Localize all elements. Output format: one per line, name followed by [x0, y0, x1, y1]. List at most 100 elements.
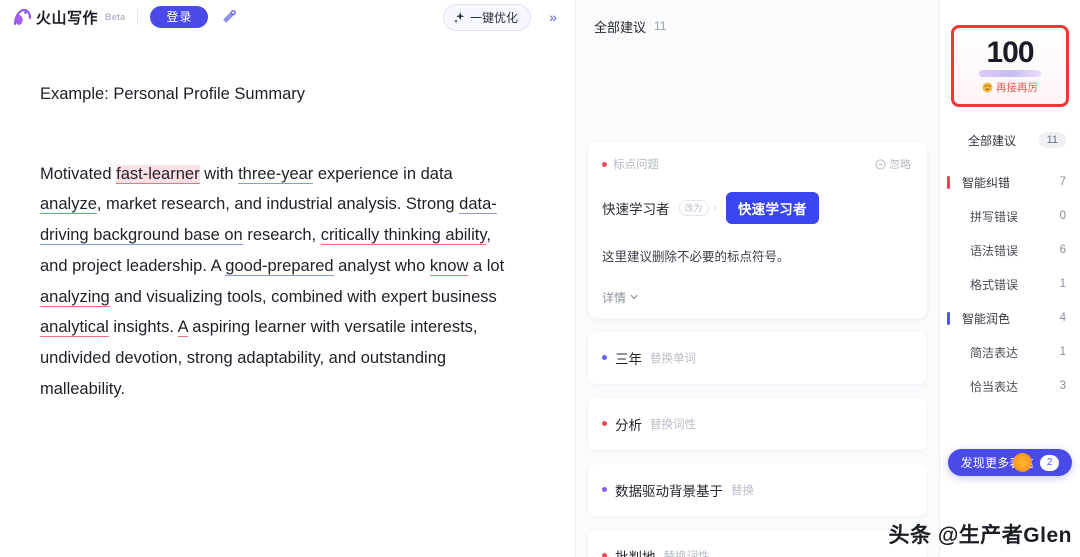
suggestion-description: 这里建议删除不必要的标点符号。 — [602, 250, 790, 264]
discover-more-button[interactable]: 发现更多表达 2 — [948, 449, 1072, 476]
app-root: 火山写作 Beta 登录 一键优化 » Example: Personal Pr… — [0, 0, 1080, 557]
clap-emoji-icon — [982, 82, 993, 92]
suggestions-header: 全部建议 11 — [576, 0, 939, 40]
category-all-suggestions[interactable]: 全部建议 11 — [940, 123, 1080, 157]
category-color-bar — [947, 312, 950, 325]
editor-column: 火山写作 Beta 登录 一键优化 » Example: Personal Pr… — [0, 0, 576, 557]
suggestion-row-action: 替换单词 — [650, 352, 696, 365]
login-button[interactable]: 登录 — [150, 6, 209, 28]
grammar-error-mark[interactable]: analyze — [40, 195, 97, 215]
discover-more-label: 发现更多表达 — [960, 456, 1034, 470]
grammar-error-mark[interactable]: analytical — [40, 318, 109, 338]
chevron-down-icon — [630, 295, 638, 300]
category-list: 全部建议 11 智能纠错 7 拼写错误 0 语法错误 6 格式错误 1 智能润色 4 简洁表达 1 恰当… — [940, 123, 1080, 403]
document-text-run: Motivated — [40, 164, 117, 183]
category-item-label: 简洁表达 — [970, 345, 1019, 360]
toolbar-divider — [137, 9, 139, 25]
suggestions-header-count: 11 — [654, 19, 667, 33]
beta-tag: Beta — [105, 12, 126, 22]
polish-suggestion-mark[interactable]: three-year — [238, 164, 314, 184]
suggestion-type-dot — [602, 355, 607, 361]
grammar-error-mark[interactable]: know — [429, 256, 469, 276]
expand-panel-button[interactable]: » — [541, 5, 565, 29]
suggestion-row-action: 替换词性 — [663, 550, 710, 557]
category-group-count: 4 — [1059, 312, 1066, 324]
change-to-pill: 改为 — [678, 199, 709, 217]
magic-wand-glyph — [223, 10, 237, 23]
grammar-error-mark[interactable]: analyzing — [40, 287, 110, 307]
ignore-button[interactable]: 忽略 — [875, 156, 911, 172]
score-subtitle: 再接再厉 — [982, 80, 1038, 95]
suggestion-row[interactable]: 批判地替换词性 — [588, 529, 927, 557]
app-logo[interactable]: 火山写作 Beta — [12, 7, 125, 28]
category-item-label: 恰当表达 — [970, 379, 1019, 394]
active-error-mark[interactable]: fast-learner — [116, 164, 200, 184]
suggestion-row-word: 分析 — [615, 417, 642, 433]
ignore-label: 忽略 — [889, 159, 911, 171]
suggestion-row-action: 替换 — [731, 484, 754, 497]
suggestion-card-active[interactable]: 标点问题 忽略 快速学习者 改为 › 快速学习者 这里建议删除不必要的标点符号。… — [588, 142, 927, 318]
top-toolbar: 火山写作 Beta 登录 一键优化 » — [0, 0, 575, 34]
polish-suggestion-mark[interactable]: good-prepared — [225, 256, 334, 276]
suggestion-detail-toggle[interactable]: 详情 — [602, 289, 911, 306]
category-color-bar — [947, 176, 950, 189]
grammar-error-mark[interactable]: critically thinking ability — [320, 226, 487, 246]
category-item[interactable]: 简洁表达 1 — [940, 335, 1080, 369]
category-all-label: 全部建议 — [968, 133, 1017, 148]
document-area[interactable]: Example: Personal Profile Summary Motiva… — [0, 34, 575, 404]
document-body[interactable]: Motivated fast-learner with three-year e… — [40, 159, 510, 405]
category-item[interactable]: 恰当表达 3 — [940, 369, 1080, 403]
arrow-right-icon: › — [713, 202, 717, 214]
suggestion-row-action: 替换词性 — [650, 418, 696, 431]
apply-replacement-chip[interactable]: 快速学习者 — [725, 192, 819, 224]
score-value: 100 — [986, 35, 1034, 69]
grammar-error-mark[interactable]: A — [177, 318, 188, 338]
app-logo-text: 火山写作 — [36, 9, 99, 27]
category-groups-host: 智能纠错 7 拼写错误 0 语法错误 6 格式错误 1 智能润色 4 简洁表达 1 恰当表达 3 — [940, 165, 1080, 403]
category-item[interactable]: 语法错误 6 — [940, 233, 1080, 267]
document-text-run: experience in data — [313, 164, 453, 183]
category-item-count: 0 — [1059, 210, 1066, 222]
category-group-blue[interactable]: 智能润色 4 — [940, 301, 1080, 335]
suggestion-type-dot — [602, 161, 607, 167]
document-text-run: , market research, and industrial analys… — [96, 195, 460, 214]
document-text-run: a lot — [468, 256, 505, 275]
suggestions-list: 标点问题 忽略 快速学习者 改为 › 快速学习者 这里建议删除不必要的标点符号。… — [576, 142, 939, 557]
original-text: 快速学习者 — [602, 202, 670, 217]
document-text-run: and visualizing tools, combined with exp… — [109, 287, 497, 306]
suggestion-row[interactable]: 三年 替换单词 — [588, 331, 927, 384]
suggestion-row[interactable]: 分析 替换词性 — [588, 397, 927, 450]
suggestion-row-word: 三年 — [615, 351, 642, 367]
sparkle-icon — [454, 12, 465, 23]
suggestion-row[interactable]: 数据驱动背景基于 替换 — [588, 463, 927, 516]
suggestion-card-header: 标点问题 忽略 — [602, 156, 911, 172]
category-all-count: 11 — [1038, 132, 1066, 148]
document-text-run: insights. — [108, 318, 178, 337]
suggestion-row-word: 数据驱动背景基于 — [615, 483, 723, 499]
one-click-optimize-label: 一键优化 — [469, 10, 518, 25]
one-click-optimize-button[interactable]: 一键优化 — [442, 3, 531, 31]
minus-circle-icon — [875, 158, 886, 170]
volcano-logo-icon — [14, 8, 31, 25]
suggestion-detail-label: 详情 — [602, 290, 627, 305]
category-group-red[interactable]: 智能纠错 7 — [940, 165, 1080, 199]
suggestion-type-label: 标点问题 — [613, 159, 659, 171]
score-subtitle-text: 再接再厉 — [996, 81, 1038, 94]
suggestion-type-dot — [602, 553, 607, 557]
category-item[interactable]: 格式错误 1 — [940, 267, 1080, 301]
category-item-count: 3 — [1059, 380, 1066, 392]
category-item[interactable]: 拼写错误 0 — [940, 199, 1080, 233]
discover-more-badge: 2 — [1039, 454, 1060, 471]
right-panel: 100 再接再厉 全部建议 11 智能纠错 7 拼写错误 0 语法错误 6 格式错误 1 智能润… — [940, 0, 1080, 557]
document-title: Example: Personal Profile Summary — [40, 85, 306, 103]
suggestion-row-word: 批判地 — [615, 546, 656, 557]
score-card: 100 再接再厉 — [951, 25, 1069, 107]
suggestions-header-title: 全部建议 — [594, 19, 647, 35]
suggestion-card-tag: 标点问题 — [602, 156, 659, 172]
category-item-count: 1 — [1059, 346, 1066, 358]
suggestion-type-dot — [602, 487, 607, 493]
magic-wand-icon[interactable] — [216, 4, 242, 30]
suggestions-column: 全部建议 11 标点问题 忽略 快速学习者 改为 › 快速学习者 这里建议删除不… — [576, 0, 940, 557]
category-item-label: 格式错误 — [970, 277, 1019, 292]
document-text-run: analyst who — [333, 256, 430, 275]
